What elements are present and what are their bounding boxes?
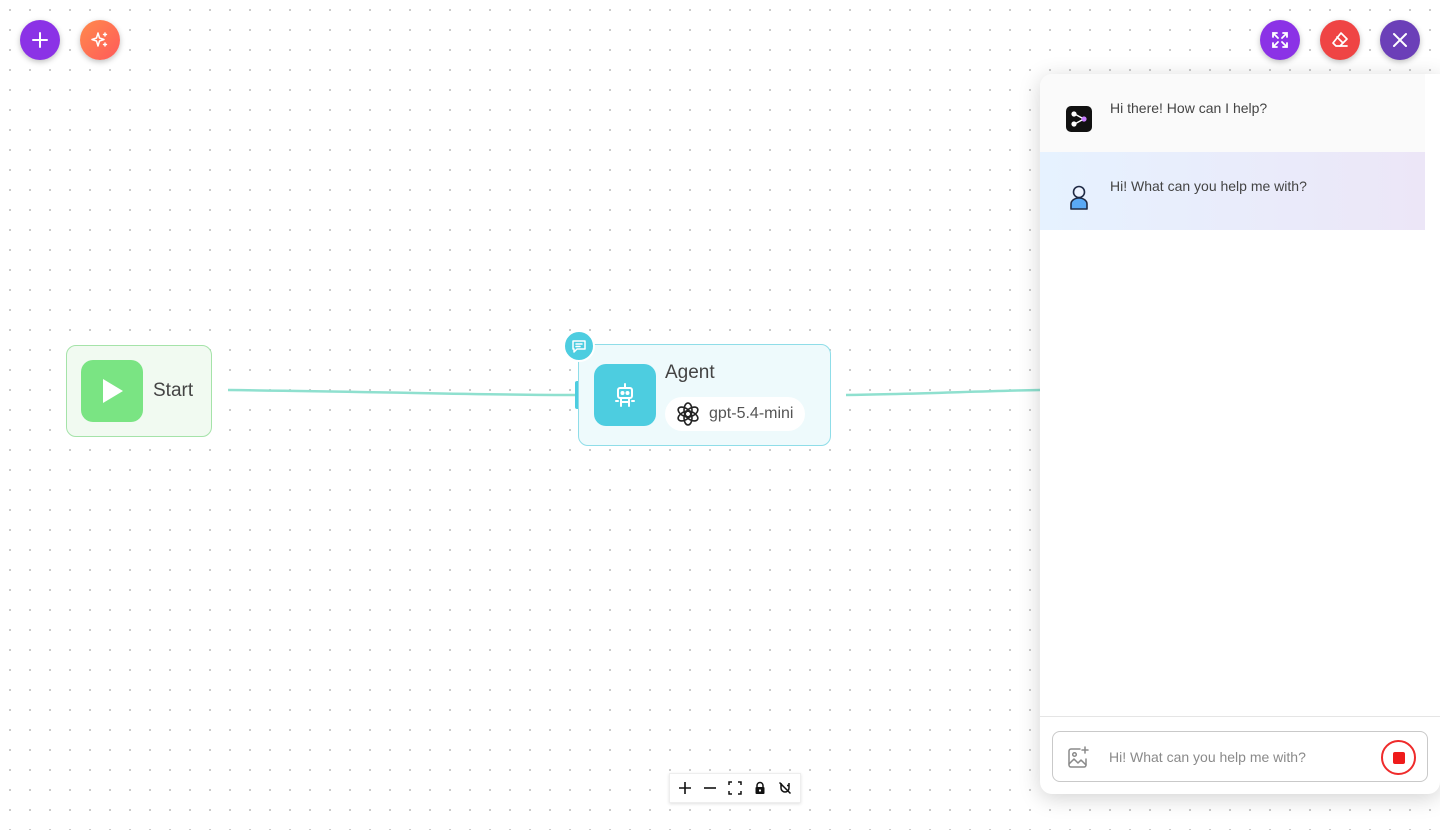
image-add-icon xyxy=(1068,746,1089,768)
expand-icon xyxy=(1272,32,1288,48)
snap-toggle-button[interactable] xyxy=(774,777,796,799)
agent-model-chip[interactable]: gpt-5.4-mini xyxy=(665,397,806,431)
image-upload-button[interactable] xyxy=(1065,745,1091,771)
user-avatar xyxy=(1066,184,1092,212)
plus-icon xyxy=(32,32,48,48)
chat-input-area xyxy=(1040,716,1440,794)
robot-icon xyxy=(615,383,635,407)
clear-chat-button[interactable] xyxy=(1320,20,1360,60)
bot-message-text: Hi there! How can I help? xyxy=(1110,100,1268,116)
fit-view-icon xyxy=(728,781,742,795)
user-message-text: Hi! What can you help me with? xyxy=(1110,178,1307,194)
generate-flow-button[interactable] xyxy=(80,20,120,60)
edge-agent-to-next xyxy=(845,388,1041,397)
agent-chat-badge[interactable] xyxy=(563,330,595,362)
user-message: Hi! What can you help me with? xyxy=(1040,152,1425,230)
user-icon xyxy=(1070,185,1088,210)
zoom-in-icon xyxy=(679,782,692,794)
flow-logo-icon xyxy=(1066,106,1092,132)
lock-button[interactable] xyxy=(749,777,771,799)
play-icon xyxy=(103,379,123,403)
fit-view-button[interactable] xyxy=(724,777,746,799)
close-chat-button[interactable] xyxy=(1380,20,1420,60)
close-icon xyxy=(1393,33,1407,47)
sparkles-icon xyxy=(91,32,108,47)
edge-start-to-agent xyxy=(227,388,577,397)
agent-node[interactable]: Agent gpt-5.4-mini xyxy=(578,344,831,446)
expand-chat-button[interactable] xyxy=(1260,20,1300,60)
agent-node-icon-box xyxy=(594,364,656,426)
bot-message: Hi there! How can I help? xyxy=(1040,74,1425,152)
bot-avatar xyxy=(1066,106,1092,134)
openai-icon xyxy=(677,402,699,426)
stop-button[interactable] xyxy=(1381,740,1416,775)
chat-input[interactable] xyxy=(1109,745,1369,769)
magnet-off-icon xyxy=(778,781,791,795)
add-node-button[interactable] xyxy=(20,20,60,60)
zoom-out-button[interactable] xyxy=(699,777,721,799)
chat-input-box xyxy=(1052,731,1428,782)
eraser-icon xyxy=(1332,32,1348,47)
zoom-in-button[interactable] xyxy=(674,777,696,799)
lock-icon xyxy=(755,781,765,794)
stop-icon xyxy=(1392,751,1405,764)
canvas-controls xyxy=(669,773,801,803)
chat-panel: Hi there! How can I help? Hi! What can y… xyxy=(1040,74,1440,794)
start-node-label: Start xyxy=(153,380,194,401)
agent-node-title: Agent xyxy=(665,362,715,383)
agent-model-label: gpt-5.4-mini xyxy=(709,405,794,422)
message-icon xyxy=(572,340,586,353)
zoom-out-icon xyxy=(704,787,717,789)
start-node-icon-box xyxy=(81,360,143,422)
start-node[interactable]: Start xyxy=(66,345,212,437)
